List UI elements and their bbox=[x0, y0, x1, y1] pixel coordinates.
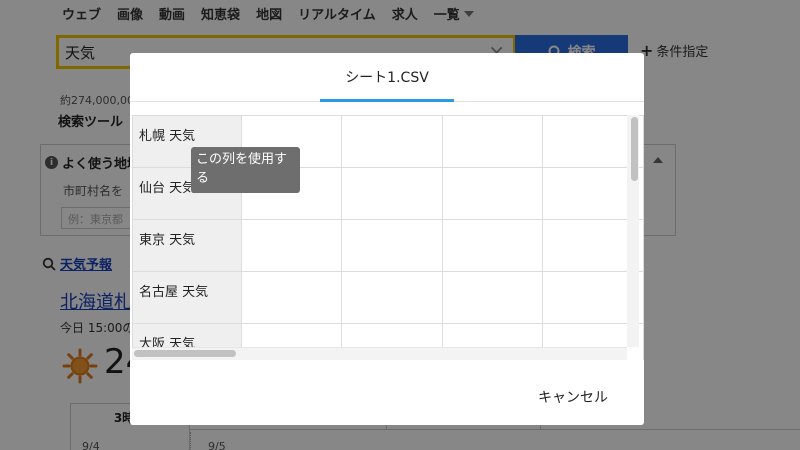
table-cell[interactable] bbox=[341, 115, 443, 168]
use-column-tooltip: この列を使用する bbox=[191, 147, 300, 193]
sheet-tab-bar: シート1.CSV bbox=[130, 53, 644, 102]
table-cell[interactable] bbox=[341, 167, 443, 220]
table-row: 東京 天気 bbox=[132, 219, 644, 272]
vertical-scroll-thumb[interactable] bbox=[631, 117, 638, 181]
table-cell[interactable] bbox=[441, 167, 544, 220]
tab-sheet1-csv[interactable]: シート1.CSV bbox=[320, 67, 454, 87]
horizontal-scroll-thumb[interactable] bbox=[134, 350, 236, 357]
csv-column-picker-dialog: シート1.CSV 札幌 天気 仙台 天気 東京 天気 名古屋 天気 大阪 天気 bbox=[130, 53, 644, 425]
table-cell[interactable] bbox=[240, 271, 343, 324]
tab-active-indicator bbox=[320, 99, 454, 102]
table-cell[interactable] bbox=[441, 219, 544, 272]
table-row: 名古屋 天気 bbox=[132, 271, 644, 324]
table-cell[interactable] bbox=[441, 271, 544, 324]
table-cell[interactable] bbox=[441, 115, 544, 168]
table-cell[interactable] bbox=[240, 219, 343, 272]
table-cell[interactable] bbox=[341, 271, 443, 324]
cancel-button[interactable]: キャンセル bbox=[538, 387, 608, 407]
table-cell[interactable]: 名古屋 天気 bbox=[132, 271, 242, 324]
table-cell[interactable]: 東京 天気 bbox=[132, 219, 242, 272]
table-cell[interactable] bbox=[341, 219, 443, 272]
